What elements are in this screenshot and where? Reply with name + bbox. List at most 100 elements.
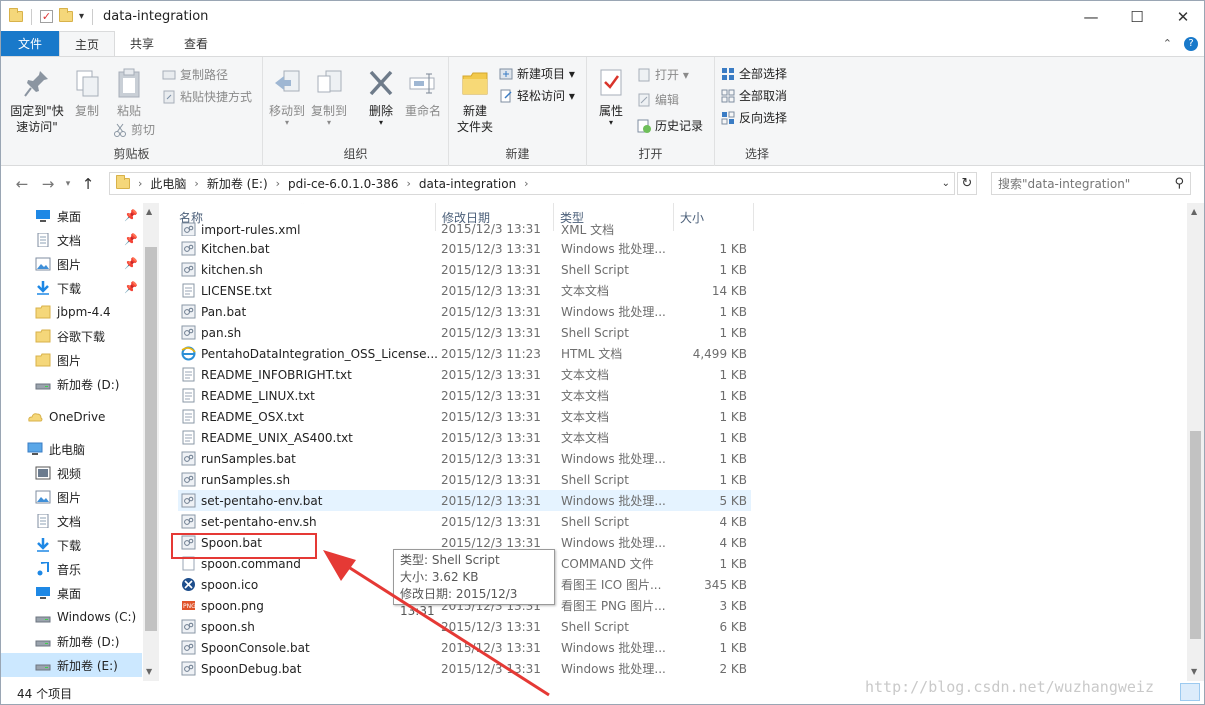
file-row[interactable]: README_OSX.txt 2015/12/3 13:31 文本文档 1 KB [178, 406, 751, 427]
file-row[interactable]: Kitchen.bat 2015/12/3 13:31 Windows 批处理...… [178, 238, 751, 259]
file-list-scroll-thumb[interactable] [1190, 431, 1201, 639]
nav-item[interactable]: 此电脑 [1, 437, 142, 461]
file-row[interactable]: pan.sh 2015/12/3 13:31 Shell Script 1 KB [178, 322, 751, 343]
copy-to-button[interactable]: 复制到 ▾ [311, 67, 347, 127]
pin-quick-access-button[interactable]: 固定到"快 速访问" [7, 67, 67, 135]
breadcrumb-separator[interactable]: › [276, 177, 280, 190]
file-row[interactable]: set-pentaho-env.sh 2015/12/3 13:31 Shell S… [178, 511, 751, 532]
nav-item[interactable]: 下载 [1, 533, 142, 557]
new-folder-quick-icon[interactable] [59, 8, 73, 22]
file-row[interactable]: README_LINUX.txt 2015/12/3 13:31 文本文档 1 KB [178, 385, 751, 406]
close-button[interactable]: ✕ [1160, 1, 1204, 32]
paste-button[interactable]: 粘贴 [111, 67, 147, 119]
select-none-button[interactable]: 全部取消 [721, 87, 787, 104]
customize-dropdown-icon[interactable]: ▾ [79, 11, 84, 22]
pin-icon[interactable]: 📌 [124, 233, 138, 246]
nav-item[interactable]: 文档 📌 [1, 228, 142, 252]
file-row[interactable]: PentahoDataIntegration_OSS_License... 201… [178, 343, 751, 364]
tab-share[interactable]: 共享 [115, 31, 169, 56]
nav-item[interactable]: 新加卷 (E:) [1, 653, 142, 677]
search-icon[interactable]: ⚲ [1174, 176, 1184, 191]
recent-dropdown-icon[interactable]: ▾ [61, 179, 75, 189]
delete-button[interactable]: 删除 ▾ [363, 67, 399, 127]
nav-item[interactable]: 图片 [1, 348, 142, 372]
properties-quick-icon[interactable]: ✓ [40, 10, 53, 23]
breadcrumb-this-pc[interactable]: 此电脑 [150, 175, 186, 192]
rename-button[interactable]: 重命名 [403, 67, 443, 119]
open-button[interactable]: 打开 ▾ [637, 66, 689, 83]
back-arrow-icon[interactable]: ← [9, 175, 35, 193]
file-list-scrollbar[interactable]: ▲ ▼ [1187, 203, 1204, 681]
file-row[interactable]: runSamples.sh 2015/12/3 13:31 Shell Script… [178, 469, 751, 490]
nav-item[interactable]: OneDrive [1, 405, 142, 429]
pin-icon[interactable]: 📌 [124, 209, 138, 222]
address-history-dropdown-icon[interactable]: ⌄ [942, 178, 950, 189]
scroll-up-icon[interactable]: ▲ [146, 207, 152, 216]
nav-item[interactable]: 文档 [1, 509, 142, 533]
search-input[interactable] [998, 176, 1168, 191]
copy-path-button[interactable]: 复制路径 [162, 66, 228, 83]
address-box[interactable]: › 此电脑 › 新加卷 (E:) › pdi-ce-6.0.1.0-386 › … [109, 172, 955, 195]
breadcrumb-pdi[interactable]: pdi-ce-6.0.1.0-386 [288, 177, 398, 191]
nav-pane-scrollbar[interactable] [143, 203, 159, 681]
scroll-down-icon[interactable]: ▼ [1191, 667, 1197, 676]
file-row[interactable]: set-pentaho-env.bat 2015/12/3 13:31 Window… [178, 490, 751, 511]
maximize-button[interactable]: ☐ [1114, 1, 1160, 32]
nav-item[interactable]: 下载 📌 [1, 276, 142, 300]
nav-item[interactable]: 图片 [1, 485, 142, 509]
file-row[interactable]: kitchen.sh 2015/12/3 13:31 Shell Script 1 K… [178, 259, 751, 280]
breadcrumb-drive-e[interactable]: 新加卷 (E:) [207, 175, 268, 192]
breadcrumb-separator[interactable]: › [406, 177, 410, 190]
scroll-up-icon[interactable]: ▲ [1191, 207, 1197, 216]
nav-item[interactable]: jbpm-4.4 [1, 300, 142, 324]
file-row[interactable]: import-rules.xml 2015/12/3 13:31 XML 文档 [178, 222, 751, 236]
new-item-button[interactable]: 新建项目 ▾ [499, 65, 575, 82]
tab-view[interactable]: 查看 [169, 31, 223, 56]
collapse-ribbon-icon[interactable]: ⌃ [1163, 37, 1172, 50]
breadcrumb-separator[interactable]: › [524, 177, 528, 190]
copy-button[interactable]: 复制 [69, 67, 105, 119]
nav-item[interactable]: 视频 [1, 461, 142, 485]
scroll-down-icon[interactable]: ▼ [146, 667, 152, 676]
nav-item[interactable]: 新加卷 (D:) [1, 629, 142, 653]
tab-file[interactable]: 文件 [1, 31, 60, 56]
file-row[interactable]: SpoonDebug.bat 2015/12/3 13:31 Windows 批处理… [178, 658, 751, 679]
properties-button[interactable]: 属性 ▾ [593, 67, 629, 127]
nav-item[interactable]: 音乐 [1, 557, 142, 581]
easy-access-button[interactable]: 轻松访问 ▾ [499, 87, 575, 104]
nav-item[interactable]: 桌面 📌 [1, 204, 142, 228]
nav-pane-scroll-thumb[interactable] [145, 247, 157, 631]
forward-arrow-icon[interactable]: → [35, 175, 61, 193]
search-box[interactable]: ⚲ [991, 172, 1191, 195]
file-row[interactable]: LICENSE.txt 2015/12/3 13:31 文本文档 14 KB [178, 280, 751, 301]
minimize-button[interactable]: — [1068, 1, 1114, 32]
nav-item[interactable]: 新加卷 (D:) [1, 372, 142, 396]
history-button[interactable]: 历史记录 [637, 117, 703, 134]
pin-icon[interactable]: 📌 [124, 257, 138, 270]
pin-icon[interactable]: 📌 [124, 281, 138, 294]
tab-home[interactable]: 主页 [59, 31, 116, 56]
edit-button[interactable]: 编辑 [637, 91, 679, 108]
file-row[interactable]: SpoonConsole.bat 2015/12/3 13:31 Windows 批… [178, 637, 751, 658]
new-folder-button[interactable]: 新建 文件夹 [455, 67, 495, 135]
nav-item[interactable]: 谷歌下载 [1, 324, 142, 348]
help-icon[interactable]: ? [1184, 36, 1198, 51]
invert-selection-button[interactable]: 反向选择 [721, 109, 787, 126]
breadcrumb-separator[interactable]: › [194, 177, 198, 190]
breadcrumb-data-integration[interactable]: data-integration [419, 177, 516, 191]
paste-shortcut-button[interactable]: 粘贴快捷方式 [162, 88, 252, 105]
select-all-button[interactable]: 全部选择 [721, 65, 787, 82]
move-to-button[interactable]: 移动到 ▾ [269, 67, 305, 127]
cut-button[interactable]: 剪切 [113, 121, 155, 138]
refresh-button[interactable]: ↻ [957, 172, 977, 195]
nav-item[interactable]: 图片 📌 [1, 252, 142, 276]
up-arrow-icon[interactable]: ↑ [75, 175, 101, 193]
details-view-button[interactable] [1180, 683, 1200, 701]
breadcrumb-separator[interactable]: › [138, 177, 142, 190]
file-row[interactable]: Pan.bat 2015/12/3 13:31 Windows 批处理... 1 KB [178, 301, 751, 322]
file-row[interactable]: README_UNIX_AS400.txt 2015/12/3 13:31 文本文档… [178, 427, 751, 448]
file-row[interactable]: README_INFOBRIGHT.txt 2015/12/3 13:31 文本文档… [178, 364, 751, 385]
nav-item[interactable]: Windows (C:) [1, 605, 142, 629]
file-row[interactable]: runSamples.bat 2015/12/3 13:31 Windows 批处理… [178, 448, 751, 469]
nav-item[interactable]: 桌面 [1, 581, 142, 605]
